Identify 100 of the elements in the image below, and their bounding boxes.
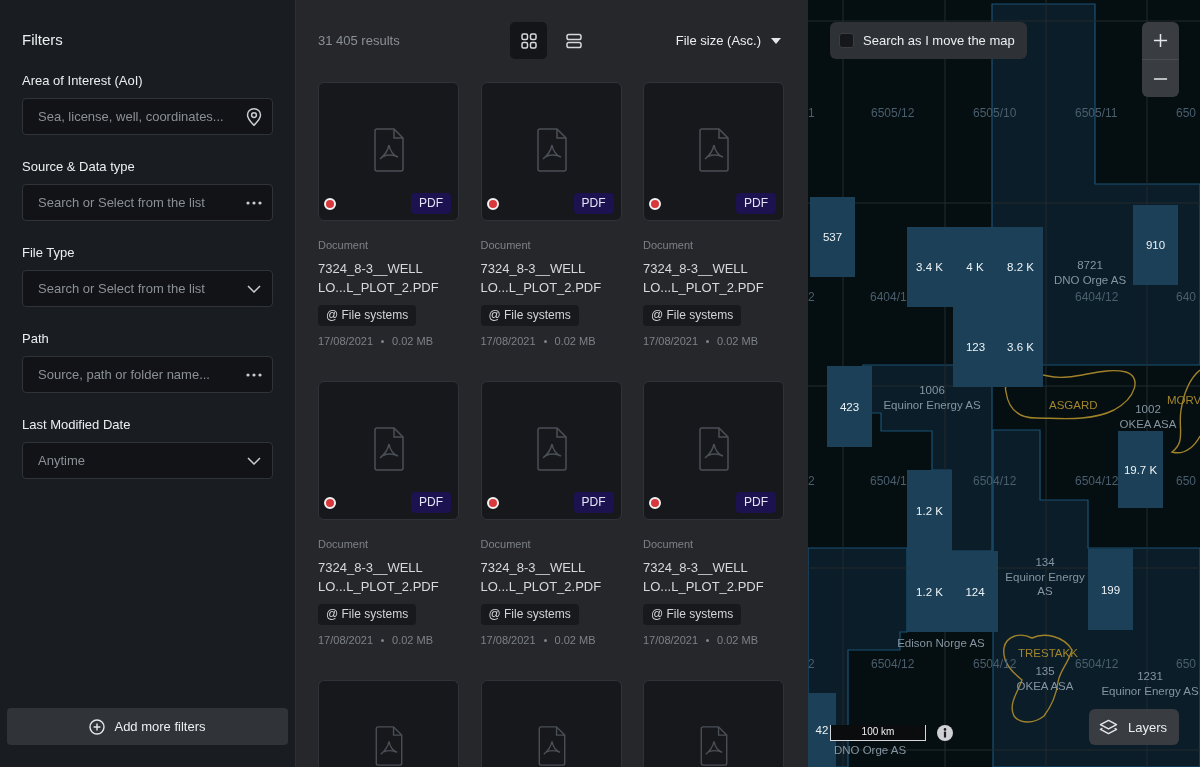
grid-label: 650 (1176, 474, 1197, 488)
list-icon (565, 32, 582, 49)
file-thumbnail[interactable]: PDF (318, 381, 459, 520)
pdf-file-icon (375, 726, 403, 766)
grid-label: 6505/11 (1075, 106, 1118, 120)
chevron-down-icon (247, 456, 261, 465)
cluster-marker[interactable]: 123 (953, 307, 998, 387)
file-type-badge: PDF (736, 492, 776, 513)
file-name[interactable]: 7324_8-3__WELL LO...L_PLOT_2.PDF (318, 558, 459, 596)
file-thumbnail[interactable]: PDF (643, 381, 784, 520)
document-type-label: Document (318, 537, 369, 551)
cluster-marker[interactable]: 423 (827, 366, 872, 447)
file-name[interactable]: 7324_8-3__WELL LO...L_PLOT_2.PDF (643, 558, 784, 596)
location-pin-icon (246, 107, 262, 126)
license-number: 135 (1035, 664, 1055, 679)
grid-label: 6504/1 (870, 474, 907, 488)
grid-label: 650 (1176, 657, 1197, 671)
document-type-label: Document (318, 238, 369, 252)
file-type-badge: PDF (573, 492, 614, 513)
grid-label: 1 (808, 106, 815, 120)
cluster-marker[interactable]: 124 (952, 551, 998, 632)
license-operator: DNO Orge AS (1053, 272, 1127, 287)
input-field[interactable]: Search or Select from the list (22, 184, 273, 221)
separator-dot-icon (706, 638, 710, 642)
pdf-file-icon (536, 128, 567, 172)
file-name[interactable]: 7324_8-3__WELL LO...L_PLOT_2.PDF (480, 558, 622, 596)
input-field[interactable]: Source, path or folder name... (22, 356, 273, 393)
grid-label: 6504/12 (1075, 657, 1119, 671)
modified-date: 17/08/2021 (480, 334, 536, 348)
license-operator: Equinor Energy AS (883, 397, 981, 412)
minus-icon (1153, 77, 1168, 80)
cluster-marker[interactable]: 537 (810, 197, 855, 277)
grid-view-button[interactable] (510, 22, 547, 59)
cluster-marker[interactable]: 19.7 K (1118, 431, 1163, 508)
ellipsis-icon (246, 200, 262, 205)
file-thumbnail[interactable] (480, 680, 622, 767)
file-size: 0.02 MB (717, 334, 759, 348)
input-field[interactable]: Sea, license, well, coordinates... (22, 98, 273, 135)
add-filters-button[interactable]: Add more filters (7, 708, 288, 745)
grid-label: 6504/12 (973, 474, 1017, 488)
pdf-file-icon (699, 427, 729, 471)
file-type-badge: PDF (736, 193, 776, 214)
cluster-marker[interactable]: 3.6 K (998, 307, 1043, 387)
pdf-file-icon (699, 128, 729, 172)
file-size: 0.02 MB (554, 633, 596, 647)
license-operator: Equinor Energy AS (1101, 683, 1199, 698)
grid-label: 6404/12 (1075, 290, 1119, 304)
filter-label: Area of Interest (AoI) (22, 73, 143, 89)
license-operator: OKEA ASA (1119, 416, 1177, 431)
cluster-marker[interactable]: 42 (808, 693, 836, 767)
file-thumbnail[interactable]: PDF (643, 82, 784, 221)
file-size: 0.02 MB (717, 633, 759, 647)
modified-date: 17/08/2021 (318, 633, 374, 647)
layers-icon (1098, 718, 1118, 736)
grid-label: 6504/12 (1075, 474, 1119, 488)
document-type-label: Document (480, 238, 531, 252)
separator-dot-icon (543, 638, 547, 642)
cluster-marker[interactable]: 1.2 K (907, 551, 952, 632)
dropdown-field[interactable]: Search or Select from the list (22, 270, 273, 307)
filter-label: File Type (22, 245, 75, 261)
separator-dot-icon (381, 339, 385, 343)
cluster-marker[interactable]: 8.2 K (998, 227, 1043, 307)
file-thumbnail[interactable]: PDF (480, 381, 622, 520)
file-name[interactable]: 7324_8-3__WELL LO...L_PLOT_2.PDF (643, 259, 784, 297)
cluster-marker[interactable]: 910 (1133, 205, 1178, 285)
filter-label: Last Modified Date (22, 417, 131, 433)
file-type-badge: PDF (411, 492, 451, 513)
source-tag: @ File systems (480, 604, 579, 625)
file-thumbnail[interactable] (318, 680, 459, 767)
modified-date: 17/08/2021 (318, 334, 374, 348)
grid-label: 6505/10 (973, 106, 1017, 120)
license-operator: Equinor Energy AS (1004, 569, 1086, 599)
license-number: 1231 (1137, 669, 1163, 684)
search-as-move-toggle[interactable]: Search as I move the map (830, 22, 1027, 59)
layers-button[interactable]: Layers (1088, 709, 1179, 745)
file-thumbnail[interactable]: PDF (318, 82, 459, 221)
dropdown-field[interactable]: Anytime (22, 442, 273, 479)
modified-date: 17/08/2021 (480, 633, 536, 647)
info-icon[interactable] (937, 725, 953, 741)
file-name[interactable]: 7324_8-3__WELL LO...L_PLOT_2.PDF (318, 259, 459, 297)
cluster-marker[interactable]: 1.2 K (907, 470, 952, 551)
cluster-marker[interactable]: 3.4 K (907, 227, 952, 307)
plus-icon (1153, 33, 1168, 48)
document-type-label: Document (480, 537, 531, 551)
zoom-in-button[interactable] (1142, 22, 1179, 59)
file-thumbnail[interactable] (643, 680, 784, 767)
checkbox[interactable] (839, 33, 854, 48)
cluster-marker[interactable]: 4 K (952, 227, 998, 307)
license-number: 8721 (1077, 258, 1103, 273)
file-thumbnail[interactable]: PDF (480, 82, 622, 221)
filter-label: Path (22, 331, 49, 347)
document-type-label: Document (643, 238, 694, 252)
license-number: 1002 (1135, 402, 1161, 417)
cluster-marker[interactable]: 199 (1088, 549, 1133, 630)
file-name[interactable]: 7324_8-3__WELL LO...L_PLOT_2.PDF (480, 259, 622, 297)
separator-dot-icon (706, 339, 710, 343)
pdf-file-icon (700, 726, 728, 766)
sort-dropdown[interactable]: File size (Asc.) (675, 28, 784, 53)
grid-label: 640 (1176, 290, 1197, 304)
file-size: 0.02 MB (392, 334, 434, 348)
